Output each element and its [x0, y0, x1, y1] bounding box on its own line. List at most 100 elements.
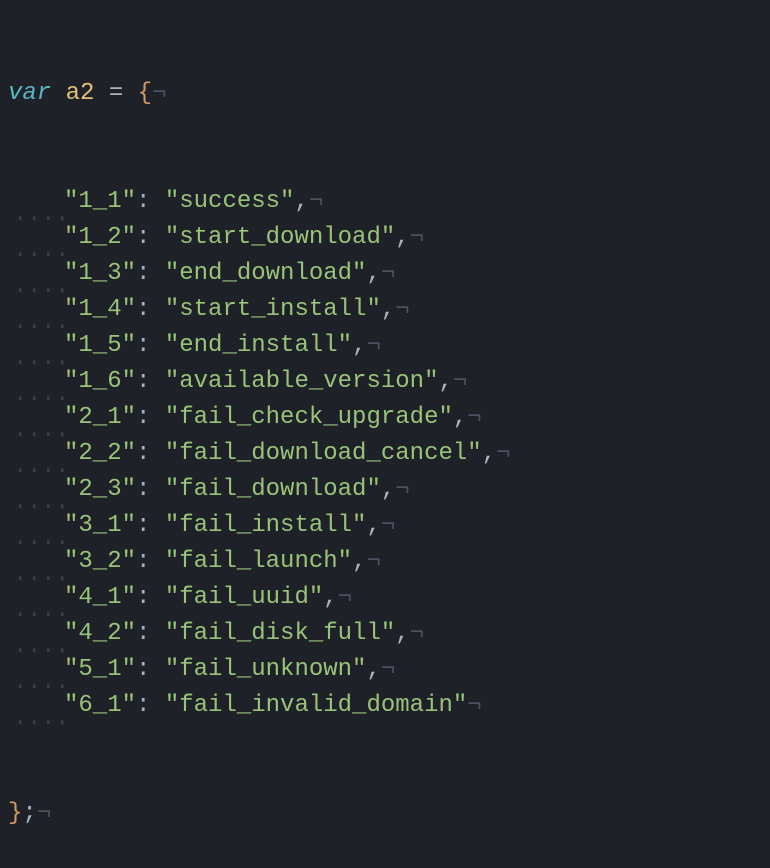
- string-value-token: "fail_unknown": [165, 656, 367, 683]
- open-brace-token: {: [138, 80, 152, 107]
- eol-char-token: ¬: [395, 476, 409, 503]
- comma-token: ,: [453, 404, 467, 431]
- string-value-token: "fail_check_upgrade": [165, 404, 453, 431]
- string-key-token: "2_1": [64, 404, 136, 431]
- code-line: "6_1": "fail_invalid_domain"¬: [0, 688, 770, 724]
- string-key-token: "3_2": [64, 548, 136, 575]
- comma-token: ,: [381, 476, 395, 503]
- close-brace-token: }: [8, 800, 22, 827]
- colon-token: :: [136, 476, 150, 503]
- colon-token: :: [136, 260, 150, 287]
- colon-token: :: [136, 692, 150, 719]
- code-line: var a2 = {¬: [0, 76, 770, 112]
- eol-char-token: ¬: [467, 692, 481, 719]
- code-line: "1_5": "end_install",¬: [0, 328, 770, 364]
- eol-char-token: ¬: [381, 260, 395, 287]
- colon-token: :: [136, 404, 150, 431]
- operator-token: =: [109, 80, 123, 107]
- eol-char-token: ¬: [410, 620, 424, 647]
- colon-token: :: [136, 188, 150, 215]
- string-value-token: "fail_download_cancel": [165, 440, 482, 467]
- code-line: "4_2": "fail_disk_full",¬: [0, 616, 770, 652]
- string-key-token: "5_1": [64, 656, 136, 683]
- colon-token: :: [136, 440, 150, 467]
- string-value-token: "fail_download": [165, 476, 381, 503]
- eol-char-token: ¬: [152, 80, 166, 107]
- string-value-token: "fail_install": [165, 512, 367, 539]
- eol-char-token: ¬: [381, 656, 395, 683]
- string-value-token: "fail_launch": [165, 548, 352, 575]
- eol-char-token: ¬: [410, 224, 424, 251]
- string-key-token: "4_1": [64, 584, 136, 611]
- string-key-token: "2_2": [64, 440, 136, 467]
- eol-char-token: ¬: [366, 332, 380, 359]
- eol-char-token: ¬: [366, 548, 380, 575]
- string-value-token: "end_download": [165, 260, 367, 287]
- code-line: "1_1": "success",¬: [0, 184, 770, 220]
- string-key-token: "1_5": [64, 332, 136, 359]
- string-key-token: "1_6": [64, 368, 136, 395]
- colon-token: :: [136, 332, 150, 359]
- string-key-token: "2_3": [64, 476, 136, 503]
- comma-token: ,: [323, 584, 337, 611]
- code-line: "2_2": "fail_download_cancel",¬: [0, 436, 770, 472]
- eol-char-token: ¬: [395, 296, 409, 323]
- string-key-token: "4_2": [64, 620, 136, 647]
- eol-char-token: ¬: [338, 584, 352, 611]
- string-value-token: "fail_uuid": [165, 584, 323, 611]
- code-line: "2_1": "fail_check_upgrade",¬: [0, 400, 770, 436]
- code-line: "3_1": "fail_install",¬: [0, 508, 770, 544]
- string-key-token: "1_2": [64, 224, 136, 251]
- string-value-token: "success": [165, 188, 295, 215]
- colon-token: :: [136, 584, 150, 611]
- code-line: "5_1": "fail_unknown",¬: [0, 652, 770, 688]
- comma-token: ,: [352, 548, 366, 575]
- code-editor[interactable]: var a2 = {¬ "1_1": "success",¬"1_2": "st…: [0, 4, 770, 868]
- colon-token: :: [136, 224, 150, 251]
- comma-token: ,: [395, 620, 409, 647]
- eol-char-token: ¬: [381, 512, 395, 539]
- code-line: "3_2": "fail_launch",¬: [0, 544, 770, 580]
- eol-char-token: ¬: [309, 188, 323, 215]
- comma-token: ,: [366, 512, 380, 539]
- colon-token: :: [136, 548, 150, 575]
- comma-token: ,: [395, 224, 409, 251]
- code-line: "4_1": "fail_uuid",¬: [0, 580, 770, 616]
- code-line: "1_2": "start_download",¬: [0, 220, 770, 256]
- comma-token: ,: [294, 188, 308, 215]
- string-key-token: "3_1": [64, 512, 136, 539]
- string-value-token: "fail_invalid_domain": [165, 692, 467, 719]
- keyword-token: var: [8, 80, 51, 107]
- string-key-token: "1_1": [64, 188, 136, 215]
- string-value-token: "start_download": [165, 224, 395, 251]
- colon-token: :: [136, 656, 150, 683]
- colon-token: :: [136, 368, 150, 395]
- eol-char-token: ¬: [37, 800, 51, 827]
- comma-token: ,: [352, 332, 366, 359]
- string-value-token: "available_version": [165, 368, 439, 395]
- comma-token: ,: [482, 440, 496, 467]
- string-value-token: "start_install": [165, 296, 381, 323]
- code-line: "1_3": "end_download",¬: [0, 256, 770, 292]
- comma-token: ,: [438, 368, 452, 395]
- eol-char-token: ¬: [453, 368, 467, 395]
- eol-char-token: ¬: [496, 440, 510, 467]
- comma-token: ,: [366, 260, 380, 287]
- string-key-token: "1_3": [64, 260, 136, 287]
- string-key-token: "6_1": [64, 692, 136, 719]
- semicolon-token: ;: [22, 800, 36, 827]
- string-value-token: "fail_disk_full": [165, 620, 395, 647]
- colon-token: :: [136, 512, 150, 539]
- eol-char-token: ¬: [467, 404, 481, 431]
- identifier-token: a2: [66, 80, 95, 107]
- string-value-token: "end_install": [165, 332, 352, 359]
- code-line: "2_3": "fail_download",¬: [0, 472, 770, 508]
- colon-token: :: [136, 620, 150, 647]
- string-key-token: "1_4": [64, 296, 136, 323]
- comma-token: ,: [381, 296, 395, 323]
- code-line: "1_6": "available_version",¬: [0, 364, 770, 400]
- code-line: };¬: [0, 796, 770, 832]
- code-line: "1_4": "start_install",¬: [0, 292, 770, 328]
- comma-token: ,: [366, 656, 380, 683]
- colon-token: :: [136, 296, 150, 323]
